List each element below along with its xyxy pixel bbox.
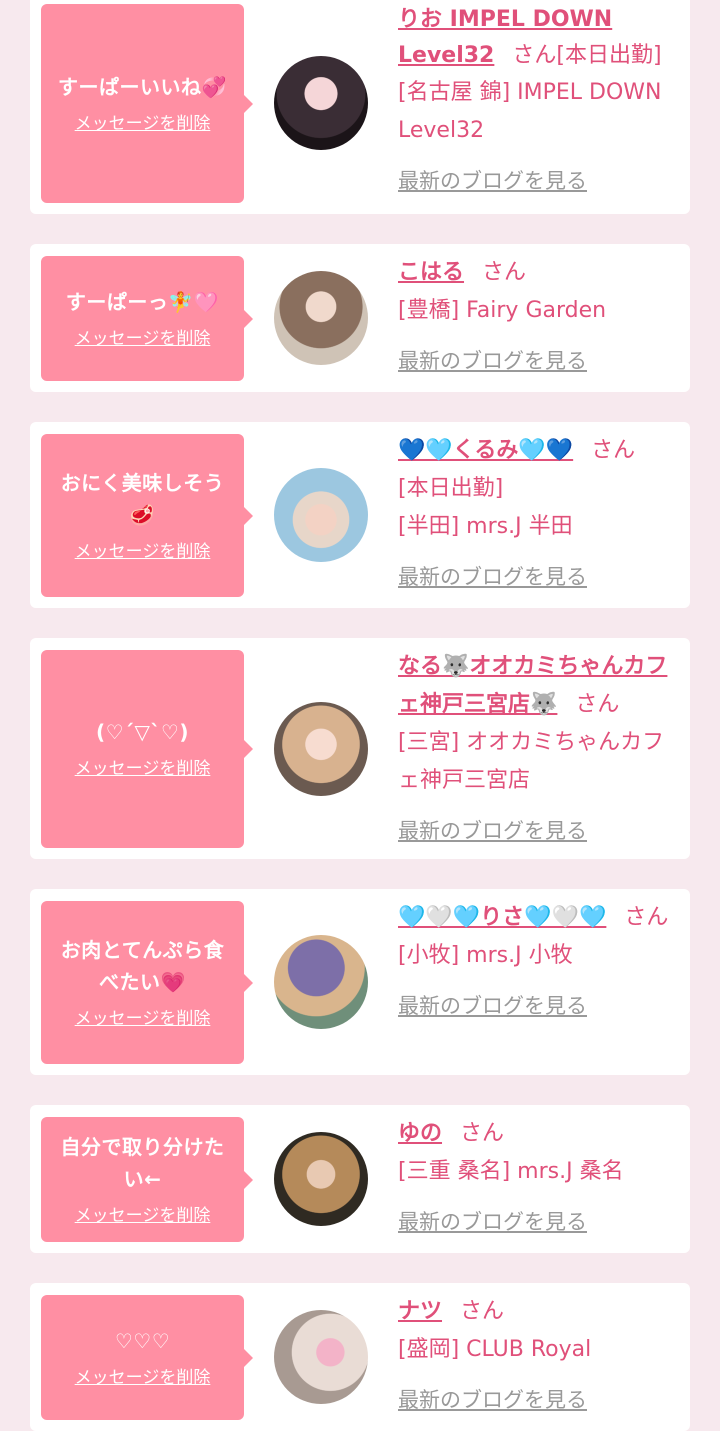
cast-info: こはる さん [豊橋] Fairy Garden 最新のブログを見る	[398, 254, 680, 381]
name-line: りお IMPEL DOWN Level32 さん[本日出勤]	[398, 2, 680, 74]
message-text: (♡ˊ▽ˋ♡)	[95, 720, 190, 744]
status-text: [本日出勤]	[398, 476, 504, 501]
latest-blog-link[interactable]: 最新のブログを見る	[398, 342, 587, 380]
honorific: さん	[512, 43, 557, 68]
avatar[interactable]	[274, 702, 368, 796]
delete-message-link[interactable]: メッセージを削除	[75, 111, 211, 137]
cast-info: ナツ さん [盛岡] CLUB Royal 最新のブログを見る	[398, 1293, 680, 1420]
honorific: さん	[460, 1299, 505, 1324]
delete-message-link[interactable]: メッセージを削除	[75, 539, 211, 565]
message-text: すーぱーっ🧚🩷	[65, 289, 220, 314]
shop-text: [小牧] mrs.J 小牧	[398, 943, 573, 968]
avatar[interactable]	[274, 468, 368, 562]
name-line: なる🐺オオカミちゃんカフェ神戸三宮店🐺 さん	[398, 648, 680, 724]
latest-blog-link[interactable]: 最新のブログを見る	[398, 987, 587, 1025]
delete-message-link[interactable]: メッセージを削除	[75, 1203, 211, 1229]
shop-text: [三宮] オオカミちゃんカフェ神戸三宮店	[398, 730, 665, 793]
status-text: [本日出勤]	[556, 43, 662, 68]
favorite-card: おにく美味しそう🥩 メッセージを削除 💙🩵くるみ🩵💙 さん [本日出勤] [半田]…	[30, 422, 690, 608]
cast-name-link[interactable]: ゆの	[398, 1121, 442, 1146]
name-line: こはる さん	[398, 254, 680, 292]
message-text: すーぱーいいね💞	[58, 74, 227, 99]
message-bubble: 自分で取り分けたい← メッセージを削除	[41, 1117, 253, 1242]
message-bubble: おにく美味しそう🥩 メッセージを削除	[41, 434, 253, 597]
honorific: さん	[460, 1121, 505, 1146]
latest-blog-link[interactable]: 最新のブログを見る	[398, 162, 587, 200]
shop-text: [半田] mrs.J 半田	[398, 514, 573, 539]
message-bubble: すーぱーいいね💞 メッセージを削除	[41, 4, 253, 203]
favorite-card: お肉とてんぷら食べたい💗 メッセージを削除 🩵🤍🩵りさ🩵🤍🩵 さん [小牧] mr…	[30, 889, 690, 1075]
cast-info: ゆの さん [三重 桑名] mrs.J 桑名 最新のブログを見る	[398, 1115, 680, 1242]
cast-info: なる🐺オオカミちゃんカフェ神戸三宮店🐺 さん [三宮] オオカミちゃんカフェ神戸三…	[398, 648, 680, 851]
message-text: おにく美味しそう🥩	[60, 470, 225, 527]
name-line: 💙🩵くるみ🩵💙 さん	[398, 432, 680, 470]
favorite-card: 自分で取り分けたい← メッセージを削除 ゆの さん [三重 桑名] mrs.J 桑…	[30, 1105, 690, 1253]
latest-blog-link[interactable]: 最新のブログを見る	[398, 812, 587, 850]
name-line: ゆの さん	[398, 1115, 680, 1153]
favorite-card: すーぱーいいね💞 メッセージを削除 りお IMPEL DOWN Level32 さ…	[30, 0, 690, 214]
delete-message-link[interactable]: メッセージを削除	[75, 756, 211, 782]
cast-name-link[interactable]: 🩵🤍🩵りさ🩵🤍🩵	[398, 905, 606, 930]
delete-message-link[interactable]: メッセージを削除	[75, 1365, 211, 1391]
shop-text: [三重 桑名] mrs.J 桑名	[398, 1159, 624, 1184]
latest-blog-link[interactable]: 最新のブログを見る	[398, 1203, 587, 1241]
name-line: 🩵🤍🩵りさ🩵🤍🩵 さん	[398, 899, 680, 937]
avatar[interactable]	[274, 1132, 368, 1226]
honorific: さん	[575, 692, 620, 717]
honorific: さん	[591, 438, 636, 463]
message-text: お肉とてんぷら食べたい💗	[60, 937, 225, 994]
favorite-card: すーぱーっ🧚🩷 メッセージを削除 こはる さん [豊橋] Fairy Garden…	[30, 244, 690, 392]
shop-text: [盛岡] CLUB Royal	[398, 1337, 592, 1362]
message-bubble: お肉とてんぷら食べたい💗 メッセージを削除	[41, 901, 253, 1064]
shop-text: [名古屋 錦] IMPEL DOWN Level32	[398, 80, 662, 143]
delete-message-link[interactable]: メッセージを削除	[75, 1006, 211, 1032]
cast-name-link[interactable]: なる🐺オオカミちゃんカフェ神戸三宮店🐺	[398, 654, 667, 717]
avatar[interactable]	[274, 935, 368, 1029]
cast-info: 🩵🤍🩵りさ🩵🤍🩵 さん [小牧] mrs.J 小牧 最新のブログを見る	[398, 899, 680, 1026]
message-text: 自分で取り分けたい←	[60, 1134, 225, 1191]
cast-name-link[interactable]: 💙🩵くるみ🩵💙	[398, 438, 573, 463]
cast-info: 💙🩵くるみ🩵💙 さん [本日出勤] [半田] mrs.J 半田 最新のブログを見る	[398, 432, 680, 597]
name-line: ナツ さん	[398, 1293, 680, 1331]
cast-info: りお IMPEL DOWN Level32 さん[本日出勤] [名古屋 錦] IM…	[398, 2, 680, 201]
message-bubble: すーぱーっ🧚🩷 メッセージを削除	[41, 256, 253, 381]
delete-message-link[interactable]: メッセージを削除	[75, 326, 211, 352]
favorite-card: ♡♡♡ メッセージを削除 ナツ さん [盛岡] CLUB Royal 最新のブログ…	[30, 1283, 690, 1431]
cast-name-link[interactable]: こはる	[398, 260, 464, 285]
favorite-card: (♡ˊ▽ˋ♡) メッセージを削除 なる🐺オオカミちゃんカフェ神戸三宮店🐺 さん […	[30, 638, 690, 859]
message-bubble: ♡♡♡ メッセージを削除	[41, 1295, 253, 1420]
honorific: さん	[482, 260, 527, 285]
shop-text: [豊橋] Fairy Garden	[398, 298, 607, 323]
honorific: さん	[624, 905, 669, 930]
avatar[interactable]	[274, 271, 368, 365]
avatar[interactable]	[274, 1310, 368, 1404]
cast-name-link[interactable]: ナツ	[398, 1299, 442, 1324]
latest-blog-link[interactable]: 最新のブログを見る	[398, 1381, 587, 1419]
latest-blog-link[interactable]: 最新のブログを見る	[398, 558, 587, 596]
avatar[interactable]	[274, 56, 368, 150]
message-bubble: (♡ˊ▽ˋ♡) メッセージを削除	[41, 650, 253, 848]
message-text: ♡♡♡	[114, 1328, 171, 1353]
